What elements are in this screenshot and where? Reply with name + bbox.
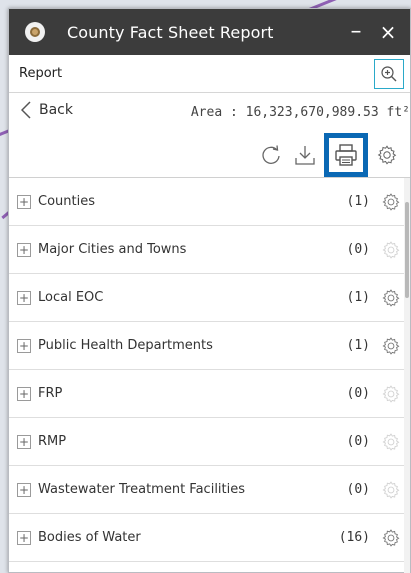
minimize-button[interactable]: – [344,21,368,43]
expand-toggle[interactable]: + [17,242,31,257]
gear-icon [382,432,400,451]
layer-settings-button[interactable] [380,335,402,357]
layer-count: (1) [346,338,370,353]
expand-toggle[interactable]: + [17,434,31,449]
zoom-in-icon [381,65,397,81]
layer-row[interactable]: + RMP (0) [9,418,410,466]
layer-settings-button[interactable] [380,383,402,405]
toolbar-actions [254,133,404,177]
layer-settings-button[interactable] [380,287,402,309]
close-button[interactable]: × [376,22,400,42]
layer-row[interactable]: + Local EOC (1) [9,274,410,322]
layer-settings-button[interactable] [380,191,402,213]
panel-title: County Fact Sheet Report [67,22,274,42]
layer-label: Wastewater Treatment Facilities [38,482,246,497]
layer-count: (1) [346,194,370,209]
expand-toggle[interactable]: + [17,194,31,209]
area-readout: Area : 16,323,670,989.53 ft² [190,105,410,120]
panel-titlebar: County Fact Sheet Report – × [9,9,410,55]
layer-count: (0) [346,386,370,401]
layer-row[interactable]: + FRP (0) [9,370,410,418]
layer-count: (0) [346,482,370,497]
layer-label: Major Cities and Towns [38,242,187,257]
app-logo-icon [25,22,45,42]
print-button[interactable] [324,133,368,177]
gear-icon [382,192,400,211]
back-button[interactable]: Back [21,101,73,119]
printer-icon [335,144,357,166]
scrollbar-thumb[interactable] [405,202,409,298]
expand-toggle[interactable]: + [17,386,31,401]
report-label: Report [19,66,63,81]
zoom-in-button[interactable] [374,58,404,89]
report-header: Report [9,55,410,93]
gear-icon [377,145,397,165]
list-scrollbar[interactable] [404,178,410,573]
gear-icon [382,336,400,355]
layer-count: (0) [346,242,370,257]
refresh-icon [262,145,280,164]
layer-count: (0) [346,434,370,449]
layer-count: (16) [338,530,370,545]
layer-row[interactable]: + Counties (1) [9,178,410,226]
layer-label: Local EOC [38,290,104,305]
refresh-button[interactable] [254,138,288,172]
download-icon [295,146,315,165]
gear-icon [382,288,400,307]
layer-label: Bodies of Water [38,530,141,545]
expand-toggle[interactable]: + [17,338,31,353]
gear-icon [382,384,400,403]
layer-count: (1) [346,290,370,305]
back-label: Back [39,102,73,118]
settings-button[interactable] [370,138,404,172]
layer-row[interactable]: + Wastewater Treatment Facilities (0) [9,466,410,514]
chevron-left-icon [21,101,31,119]
layer-settings-button[interactable] [380,239,402,261]
layer-label: Public Health Departments [38,338,213,353]
gear-icon [382,528,400,547]
layer-label: Counties [38,194,95,209]
layer-row[interactable]: + Public Health Departments (1) [9,322,410,370]
expand-toggle[interactable]: + [17,290,31,305]
layer-row[interactable]: + Bodies of Water (16) [9,514,410,562]
report-toolbar: Back Area : 16,323,670,989.53 ft² [9,93,410,177]
expand-toggle[interactable]: + [17,530,31,545]
report-panel: County Fact Sheet Report – × Report Back… [8,8,411,573]
layer-list: + Counties (1) + Major Cities and Towns (0) + L… [9,177,410,573]
gear-icon [382,480,400,499]
layer-settings-button[interactable] [380,527,402,549]
download-button[interactable] [288,138,322,172]
layer-settings-button[interactable] [380,431,402,453]
layer-label: RMP [38,434,67,449]
layer-label: FRP [38,386,63,401]
expand-toggle[interactable]: + [17,482,31,497]
gear-icon [382,240,400,259]
layer-row[interactable]: + Major Cities and Towns (0) [9,226,410,274]
layer-settings-button[interactable] [380,479,402,501]
